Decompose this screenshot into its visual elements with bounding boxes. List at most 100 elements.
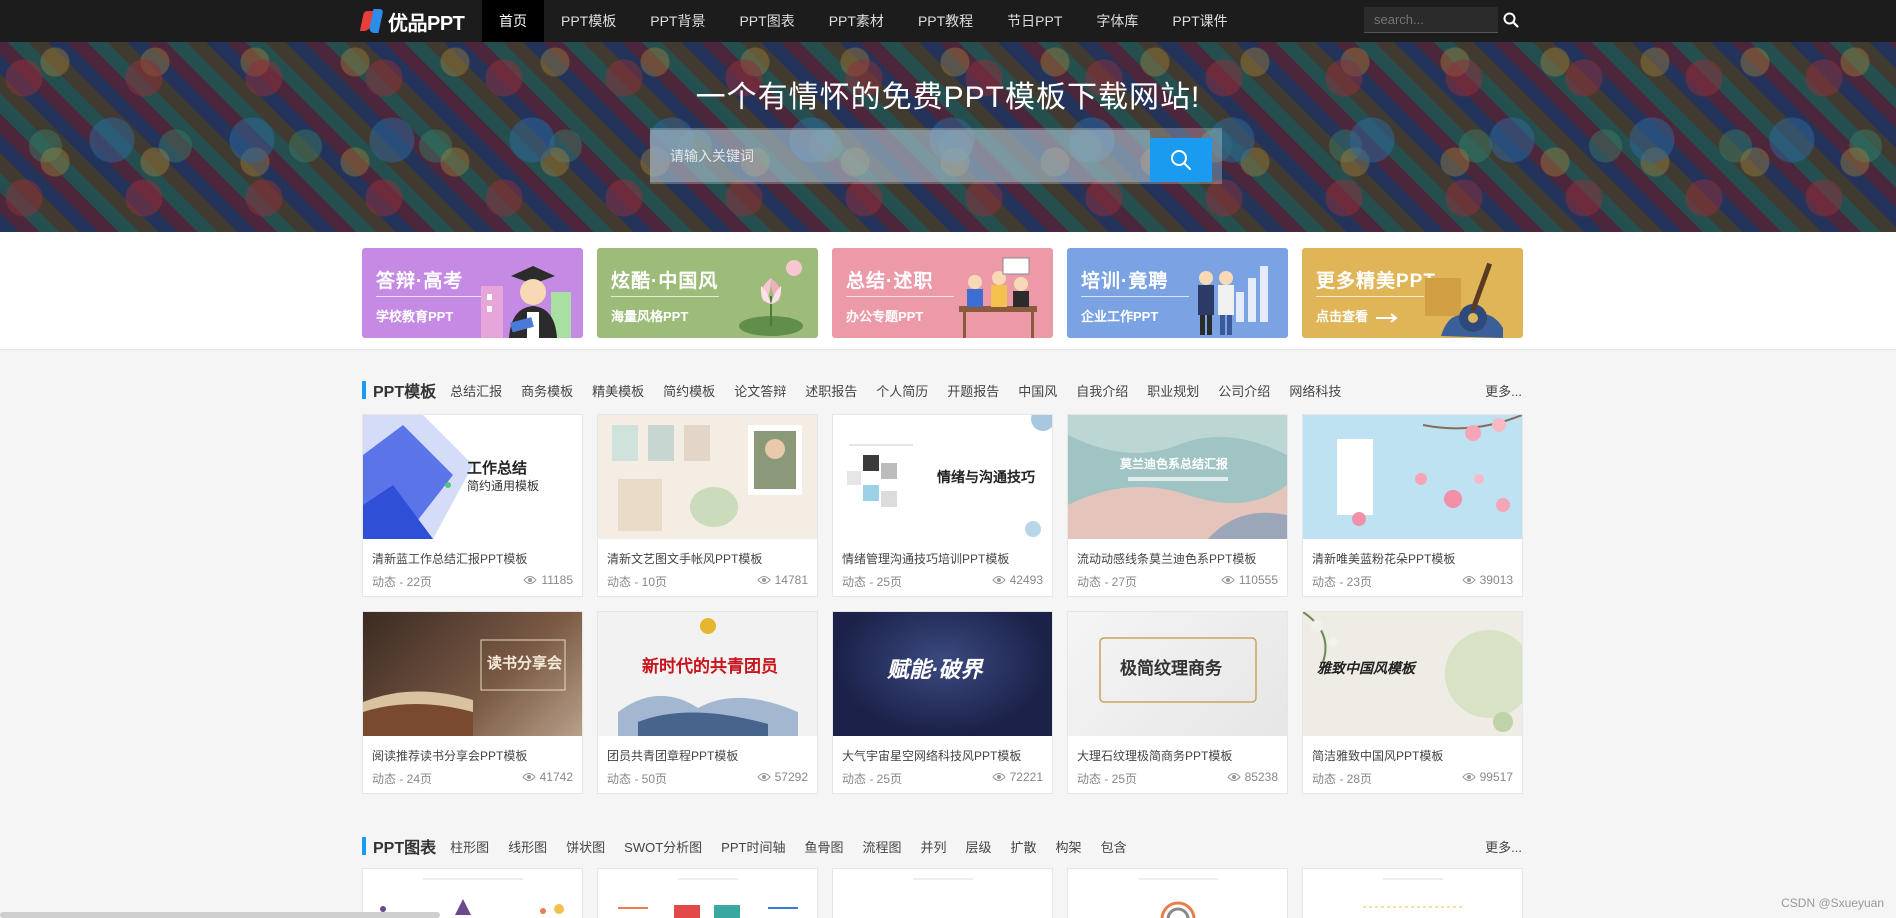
- tag-link[interactable]: 职业规划: [1147, 381, 1199, 400]
- chart-thumbnail[interactable]: [363, 869, 582, 918]
- tag-link[interactable]: 柱形图: [450, 837, 489, 856]
- tag-link[interactable]: 中国风: [1018, 381, 1057, 400]
- nav-item-ppt-templates[interactable]: PPT模板: [544, 0, 633, 42]
- card-title[interactable]: 清新文艺图文手帐风PPT模板: [607, 550, 762, 567]
- chart-card[interactable]: [362, 868, 583, 918]
- tag-link[interactable]: 并列: [921, 837, 947, 856]
- more-link[interactable]: 更多...: [1485, 381, 1522, 400]
- tag-link[interactable]: 网络科技: [1289, 381, 1341, 400]
- watermark: CSDN @Sxueyuan: [1781, 896, 1884, 910]
- template-thumbnail[interactable]: 极简纹理商务: [1068, 612, 1287, 736]
- template-thumbnail[interactable]: 新时代的共青团员: [598, 612, 817, 736]
- tag-link[interactable]: 述职报告: [805, 381, 857, 400]
- template-thumbnail[interactable]: 读书分享会: [363, 612, 582, 736]
- tag-link[interactable]: 精美模板: [592, 381, 644, 400]
- chart-card[interactable]: [1067, 868, 1288, 918]
- tag-link[interactable]: 扩散: [1011, 837, 1037, 856]
- tag-link[interactable]: 自我介绍: [1076, 381, 1128, 400]
- card-title[interactable]: 团员共青团章程PPT模板: [607, 747, 738, 764]
- graduate-icon: [481, 266, 571, 338]
- chart-thumbnail[interactable]: [1303, 869, 1522, 918]
- category-title: 培训·竟聘: [1081, 271, 1169, 292]
- tag-link[interactable]: 流程图: [862, 837, 901, 856]
- chart-thumbnail[interactable]: [598, 869, 817, 918]
- template-card[interactable]: 工作总结 简约通用模板 清新蓝工作总结汇报PPT模板 动态 - 22页 1118…: [362, 414, 583, 597]
- search-icon[interactable]: [1502, 11, 1520, 29]
- nav-item-ppt-materials[interactable]: PPT素材: [812, 0, 901, 42]
- template-card[interactable]: 读书分享会 阅读推荐读书分享会PPT模板 动态 - 24页 41742: [362, 611, 583, 794]
- category-title: 总结·述职: [846, 271, 934, 292]
- template-card[interactable]: 新时代的共青团员 团员共青团章程PPT模板 动态 - 50页 57292: [597, 611, 818, 794]
- template-card[interactable]: 清新文艺图文手帐风PPT模板 动态 - 10页 14781: [597, 414, 818, 597]
- card-title[interactable]: 情绪管理沟通技巧培训PPT模板: [842, 550, 1009, 567]
- category-card-education[interactable]: 答辩·高考 学校教育PPT: [362, 248, 583, 338]
- tag-link[interactable]: 线形图: [508, 837, 547, 856]
- card-title[interactable]: 简洁雅致中国风PPT模板: [1312, 747, 1443, 764]
- tag-link[interactable]: 构架: [1056, 837, 1082, 856]
- main-nav: 首页 PPT模板 PPT背景 PPT图表 PPT素材 PPT教程 节日PPT 字…: [482, 0, 1245, 42]
- category-card-summary[interactable]: 总结·述职 办公专题PPT: [832, 248, 1053, 338]
- nav-search-input[interactable]: [1364, 7, 1498, 33]
- card-title[interactable]: 大气宇宙星空网络科技风PPT模板: [842, 747, 1021, 764]
- category-subtitle: 点击查看: [1316, 309, 1369, 324]
- card-meta: 动态 - 50页: [607, 772, 668, 786]
- tag-link[interactable]: 论文答辩: [734, 381, 786, 400]
- tag-link[interactable]: 开题报告: [947, 381, 999, 400]
- more-link[interactable]: 更多...: [1485, 837, 1522, 856]
- tag-link[interactable]: 鱼骨图: [804, 837, 843, 856]
- template-card[interactable]: 赋能·破界 大气宇宙星空网络科技风PPT模板 动态 - 25页 72221: [832, 611, 1053, 794]
- banner-search-input[interactable]: [650, 130, 1150, 182]
- nav-item-holiday-ppt[interactable]: 节日PPT: [990, 0, 1079, 42]
- tag-link[interactable]: PPT时间轴: [721, 837, 785, 856]
- card-title[interactable]: 阅读推荐读书分享会PPT模板: [372, 747, 527, 764]
- chart-thumbnail[interactable]: [1068, 869, 1287, 918]
- nav-item-fonts[interactable]: 字体库: [1079, 0, 1155, 42]
- nav-item-ppt-backgrounds[interactable]: PPT背景: [633, 0, 722, 42]
- chart-card[interactable]: [597, 868, 818, 918]
- tag-link[interactable]: 层级: [966, 837, 992, 856]
- nav-item-ppt-charts[interactable]: PPT图表: [722, 0, 811, 42]
- template-card[interactable]: 清新唯美蓝粉花朵PPT模板 动态 - 23页 39013: [1302, 414, 1523, 597]
- horizontal-scrollbar[interactable]: [0, 912, 440, 918]
- template-thumbnail[interactable]: 赋能·破界: [833, 612, 1052, 736]
- chart-card[interactable]: [832, 868, 1053, 918]
- tag-link[interactable]: 总结汇报: [450, 381, 502, 400]
- tag-link[interactable]: 公司介绍: [1218, 381, 1270, 400]
- template-card[interactable]: 莫兰迪色系总结汇报 流动动感线条莫兰迪色系PPT模板 动态 - 27页 1105…: [1067, 414, 1288, 597]
- template-thumbnail[interactable]: 雅致中国风模板: [1303, 612, 1522, 736]
- nav-item-ppt-courseware[interactable]: PPT课件: [1155, 0, 1244, 42]
- chart-thumbnail[interactable]: [833, 869, 1052, 918]
- template-card[interactable]: 情绪与沟通技巧 情绪管理沟通技巧培训PPT模板 动态 - 25页 42493: [832, 414, 1053, 597]
- template-thumbnail[interactable]: 工作总结 简约通用模板: [363, 415, 582, 539]
- tag-link[interactable]: 简约模板: [663, 381, 715, 400]
- office-team-icon: [959, 257, 1037, 338]
- section-title[interactable]: PPT图表: [373, 834, 436, 858]
- tag-link[interactable]: 个人简历: [876, 381, 928, 400]
- category-card-training[interactable]: 培训·竟聘 企业工作PPT: [1067, 248, 1288, 338]
- category-card-more[interactable]: 更多精美PPT 点击查看: [1302, 248, 1523, 338]
- tag-link[interactable]: SWOT分析图: [624, 837, 702, 856]
- template-thumbnail[interactable]: 莫兰迪色系总结汇报: [1068, 415, 1287, 539]
- template-thumbnail[interactable]: [598, 415, 817, 539]
- nav-item-ppt-tutorials[interactable]: PPT教程: [901, 0, 990, 42]
- chart-card[interactable]: [1302, 868, 1523, 918]
- template-card[interactable]: 雅致中国风模板 简洁雅致中国风PPT模板 动态 - 28页 99517: [1302, 611, 1523, 794]
- template-thumbnail[interactable]: [1303, 415, 1522, 539]
- section-title[interactable]: PPT模板: [373, 378, 436, 402]
- tag-link[interactable]: 包含: [1101, 837, 1127, 856]
- card-meta: 动态 - 10页: [607, 575, 668, 589]
- site-logo[interactable]: 优品PPT: [359, 6, 465, 36]
- view-count: 14781: [774, 573, 808, 587]
- tag-link[interactable]: 商务模板: [521, 381, 573, 400]
- card-title[interactable]: 大理石纹理极简商务PPT模板: [1077, 747, 1232, 764]
- view-count: 72221: [1009, 770, 1043, 784]
- banner-search-button[interactable]: [1150, 138, 1212, 182]
- category-card-chinese-style[interactable]: 炫酷·中国风 海量风格PPT: [597, 248, 818, 338]
- card-title[interactable]: 清新蓝工作总结汇报PPT模板: [372, 550, 527, 567]
- template-card[interactable]: 极简纹理商务 大理石纹理极简商务PPT模板 动态 - 25页 85238: [1067, 611, 1288, 794]
- tag-link[interactable]: 饼状图: [566, 837, 605, 856]
- card-title[interactable]: 清新唯美蓝粉花朵PPT模板: [1312, 550, 1455, 567]
- card-title[interactable]: 流动动感线条莫兰迪色系PPT模板: [1077, 550, 1256, 567]
- template-thumbnail[interactable]: 情绪与沟通技巧: [833, 415, 1052, 539]
- nav-item-home[interactable]: 首页: [482, 0, 544, 42]
